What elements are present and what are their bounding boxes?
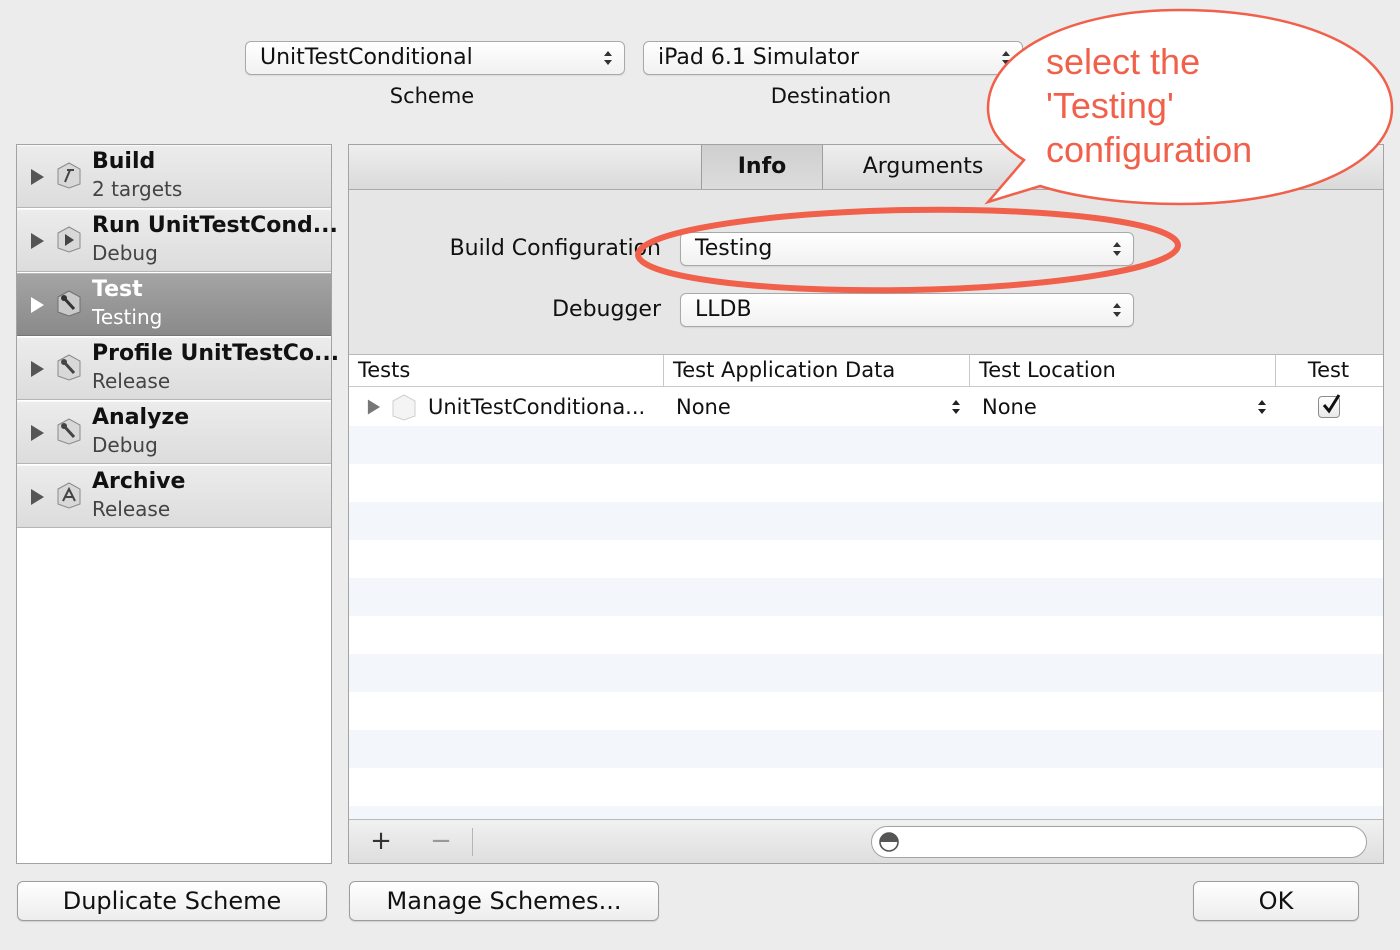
test-application-data-value: None bbox=[676, 395, 731, 419]
scheme-editor-panel: Info Arguments Build Configuration Testi… bbox=[348, 144, 1384, 864]
sidebar-item-profile[interactable]: Profile UnitTestCo... Release bbox=[17, 337, 339, 400]
popup-arrows-icon bbox=[952, 400, 960, 414]
checkmark-icon bbox=[1322, 394, 1341, 414]
sidebar-item-archive[interactable]: Archive Release bbox=[17, 465, 331, 528]
disclosure-triangle-icon[interactable] bbox=[29, 488, 45, 506]
build-configuration-value: Testing bbox=[695, 236, 773, 261]
popup-arrows-icon bbox=[1002, 51, 1010, 65]
sidebar-item-subtitle: Debug bbox=[92, 241, 158, 265]
sidebar-item-subtitle: Testing bbox=[92, 305, 163, 329]
sidebar-item-subtitle: Release bbox=[92, 369, 171, 393]
scheme-popup[interactable]: UnitTestConditional bbox=[245, 41, 625, 75]
destination-caption: Destination bbox=[770, 84, 892, 108]
build-configuration-label: Build Configuration bbox=[449, 236, 661, 261]
test-location-popup[interactable]: None bbox=[982, 388, 1272, 426]
sidebar-item-build[interactable]: Build 2 targets bbox=[17, 145, 331, 208]
test-target-name: UnitTestConditiona... bbox=[428, 395, 646, 419]
destination-value: iPad 6.1 Simulator bbox=[658, 45, 859, 70]
table-row[interactable]: UnitTestConditiona... None None bbox=[349, 388, 1383, 426]
disclosure-triangle-icon[interactable] bbox=[29, 296, 45, 314]
wrench-icon bbox=[57, 418, 81, 445]
remove-button[interactable]: − bbox=[424, 826, 458, 856]
disclosure-triangle-icon[interactable] bbox=[29, 232, 45, 250]
test-enabled-checkbox[interactable] bbox=[1318, 394, 1341, 418]
build-configuration-popup[interactable]: Testing bbox=[680, 232, 1134, 266]
test-application-data-popup[interactable]: None bbox=[676, 388, 966, 426]
popup-arrows-icon bbox=[1113, 303, 1121, 317]
sidebar-item-title: Archive bbox=[92, 469, 186, 494]
annotation-callout-text: select the 'Testing' configuration bbox=[1046, 41, 1253, 170]
debugger-label: Debugger bbox=[552, 297, 661, 322]
sidebar-item-run[interactable]: Run UnitTestCond... Debug bbox=[17, 209, 338, 272]
table-bottom-bar: + − bbox=[349, 819, 1383, 863]
popup-arrows-icon bbox=[1258, 400, 1266, 414]
tab-arguments[interactable]: Arguments bbox=[823, 145, 1023, 189]
table-header: Tests Test Application Data Test Locatio… bbox=[349, 355, 1383, 387]
disclosure-triangle-icon[interactable] bbox=[366, 398, 381, 416]
sidebar-item-title: Run UnitTestCond... bbox=[92, 213, 338, 238]
sidebar-item-subtitle: Release bbox=[92, 497, 171, 521]
bottom-bar-divider bbox=[472, 828, 473, 856]
wrench-icon bbox=[57, 354, 81, 381]
scheme-actions-sidebar: Build 2 targets Run UnitTestCond... Debu… bbox=[16, 144, 339, 864]
scheme-caption: Scheme bbox=[389, 84, 475, 108]
test-bundle-icon bbox=[392, 394, 416, 421]
scheme-value: UnitTestConditional bbox=[260, 45, 473, 70]
hammer-icon bbox=[57, 162, 81, 189]
debugger-popup[interactable]: LLDB bbox=[680, 293, 1134, 327]
column-header-tests[interactable]: Tests bbox=[358, 355, 658, 386]
test-location-value: None bbox=[982, 395, 1037, 419]
disclosure-triangle-icon[interactable] bbox=[29, 424, 45, 442]
sidebar-item-title: Profile UnitTestCo... bbox=[92, 341, 340, 366]
column-header-test-location[interactable]: Test Location bbox=[969, 355, 1275, 386]
add-button[interactable]: + bbox=[364, 826, 398, 856]
debugger-value: LLDB bbox=[695, 297, 752, 322]
popup-arrows-icon bbox=[604, 51, 612, 65]
column-header-test-application-data[interactable]: Test Application Data bbox=[663, 355, 969, 386]
sidebar-item-subtitle: 2 targets bbox=[92, 177, 183, 201]
sidebar-item-subtitle: Debug bbox=[92, 433, 158, 457]
disclosure-triangle-icon[interactable] bbox=[29, 360, 45, 378]
ok-button[interactable]: OK bbox=[1193, 881, 1359, 921]
sidebar-item-title: Test bbox=[92, 277, 143, 302]
sidebar-item-test[interactable]: Test Testing bbox=[17, 273, 331, 336]
archive-icon bbox=[57, 482, 81, 509]
disclosure-triangle-icon[interactable] bbox=[29, 168, 45, 186]
sidebar-item-title: Build bbox=[92, 149, 156, 174]
sidebar-item-analyze[interactable]: Analyze Debug bbox=[17, 401, 331, 464]
column-header-test[interactable]: Test bbox=[1275, 355, 1381, 386]
manage-schemes-button[interactable]: Manage Schemes... bbox=[349, 881, 659, 921]
sidebar-item-title: Analyze bbox=[92, 405, 190, 430]
popup-arrows-icon bbox=[1113, 242, 1121, 256]
filter-field[interactable] bbox=[871, 826, 1367, 858]
filter-icon bbox=[879, 832, 899, 852]
duplicate-scheme-button[interactable]: Duplicate Scheme bbox=[17, 881, 327, 921]
wrench-icon bbox=[57, 290, 81, 317]
tab-info[interactable]: Info bbox=[701, 145, 823, 189]
play-icon bbox=[57, 226, 81, 253]
tests-table: Tests Test Application Data Test Locatio… bbox=[349, 354, 1383, 819]
destination-popup[interactable]: iPad 6.1 Simulator bbox=[643, 41, 1023, 75]
